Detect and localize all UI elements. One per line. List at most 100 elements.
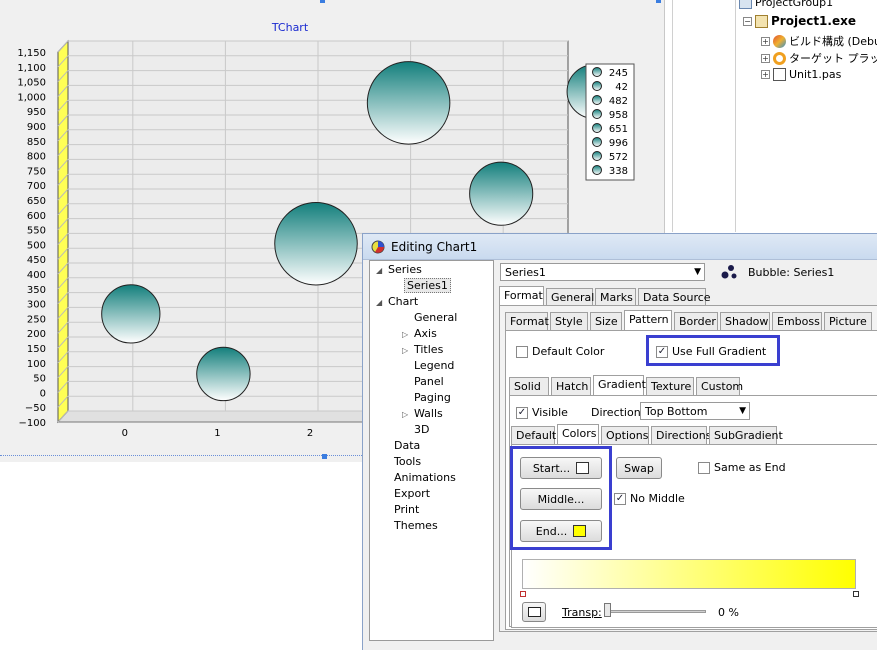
swap-button[interactable]: Swap	[616, 457, 662, 479]
tree-item-chart[interactable]: Chart	[388, 295, 418, 308]
visible-checkbox[interactable]: ✓ Visible	[516, 406, 568, 419]
collapsed-arrow-icon[interactable]: ▷	[402, 330, 408, 339]
expanded-arrow-icon[interactable]: ◢	[376, 298, 382, 307]
expand-icon[interactable]: +	[761, 70, 770, 79]
transparency-slider[interactable]	[604, 610, 706, 613]
legend-entry: 996	[609, 138, 628, 149]
tree-item-animations[interactable]: Animations	[394, 471, 456, 484]
tree-item-legend[interactable]: Legend	[414, 359, 454, 372]
project-group-node[interactable]: ProjectGroup1	[739, 0, 833, 9]
y-tick-label: 300	[27, 300, 46, 311]
tree-item-general[interactable]: General	[414, 311, 457, 324]
tab-picture[interactable]: Picture	[824, 312, 872, 330]
legend-bubble-icon	[592, 123, 602, 133]
legend-bubble-icon	[592, 95, 602, 105]
tab-format-sub[interactable]: Format	[505, 312, 549, 330]
tab-data-source[interactable]: Data Source	[638, 288, 711, 306]
tab-subgradient[interactable]: SubGradient	[709, 426, 783, 444]
tab-colors[interactable]: Colors	[557, 424, 599, 444]
gradient-end-marker[interactable]	[853, 591, 859, 597]
project-group-icon	[739, 0, 752, 9]
editing-chart-dialog[interactable]: Editing Chart1 ◢ Series Series1 ◢ Chart …	[362, 233, 877, 650]
tab-texture[interactable]: Texture	[646, 377, 694, 395]
tab-size[interactable]: Size	[590, 312, 622, 330]
y-tick-label: 550	[27, 226, 46, 237]
tab-style[interactable]: Style	[550, 312, 588, 330]
expanded-arrow-icon[interactable]: ◢	[376, 266, 382, 275]
y-tick-label: 150	[27, 344, 46, 355]
y-tick-label: 500	[27, 240, 46, 251]
tab-options[interactable]: Options	[601, 426, 649, 444]
series-combo[interactable]: Series1 ▼	[500, 263, 705, 281]
tree-item-series1[interactable]: Series1	[404, 278, 451, 293]
tree-item-export[interactable]: Export	[394, 487, 430, 500]
collapse-icon[interactable]: −	[743, 16, 752, 26]
tree-item-3d[interactable]: 3D	[414, 423, 429, 436]
tab-marks[interactable]: Marks	[595, 288, 636, 306]
series-combo-value: Series1	[505, 266, 546, 279]
selection-handle[interactable]	[322, 454, 327, 459]
tab-border[interactable]: Border	[674, 312, 718, 330]
gradient-start-marker[interactable]	[520, 591, 526, 597]
y-tick-label: 250	[27, 314, 46, 325]
tab-emboss[interactable]: Emboss	[772, 312, 822, 330]
direction-label: Direction:	[591, 406, 645, 419]
target-platform-icon	[773, 51, 786, 65]
tab-default[interactable]: Default	[511, 426, 556, 444]
tree-item-paging[interactable]: Paging	[414, 391, 451, 404]
transparency-slider-thumb[interactable]	[604, 603, 611, 617]
tree-item-axis[interactable]: Axis	[414, 327, 437, 340]
tree-item-titles[interactable]: Titles	[414, 343, 443, 356]
project-exe-node[interactable]: − Project1.exe	[743, 14, 856, 28]
project-exe-label: Project1.exe	[771, 14, 856, 28]
tab-hatch[interactable]: Hatch	[551, 377, 591, 395]
collapsed-arrow-icon[interactable]: ▷	[402, 346, 408, 355]
visible-label: Visible	[532, 406, 568, 419]
expand-icon[interactable]: +	[761, 53, 770, 63]
tab-pattern[interactable]: Pattern	[624, 310, 672, 330]
unit-file-node[interactable]: + Unit1.pas	[761, 68, 841, 81]
legend-entry: 482	[609, 96, 628, 107]
build-config-node[interactable]: + ビルド構成 (Debu	[761, 33, 877, 49]
tree-item-series[interactable]: Series	[388, 263, 422, 276]
direction-combo[interactable]: Top Bottom ▼	[640, 402, 750, 420]
editor-tree[interactable]: ◢ Series Series1 ◢ Chart General ▷ Axis …	[369, 260, 494, 641]
checkbox-unchecked[interactable]	[516, 345, 528, 358]
tab-format[interactable]: Format	[499, 286, 544, 306]
tree-item-tools[interactable]: Tools	[394, 455, 421, 468]
expand-icon[interactable]: +	[761, 36, 770, 46]
tab-shadow[interactable]: Shadow	[720, 312, 770, 330]
dialog-titlebar[interactable]: Editing Chart1	[363, 234, 877, 260]
default-color-checkbox[interactable]: Default Color	[516, 345, 604, 358]
tab-directions[interactable]: Directions	[651, 426, 711, 444]
tree-item-print[interactable]: Print	[394, 503, 419, 516]
build-config-label: ビルド構成 (Debu	[789, 35, 877, 48]
panel-splitter[interactable]	[735, 0, 736, 232]
gradient-preview-bar[interactable]	[522, 559, 856, 589]
tab-general[interactable]: General	[546, 288, 594, 306]
no-middle-checkbox[interactable]: ✓ No Middle	[614, 492, 685, 505]
exe-icon	[755, 14, 768, 28]
y-tick-label: 600	[27, 211, 46, 222]
same-as-end-checkbox[interactable]: Same as End	[698, 461, 786, 474]
gradient-color-swatch	[528, 607, 541, 617]
tab-custom[interactable]: Custom	[696, 377, 743, 395]
checkbox-unchecked[interactable]	[698, 461, 710, 474]
tree-item-walls[interactable]: Walls	[414, 407, 443, 420]
tree-item-data[interactable]: Data	[394, 439, 420, 452]
tree-item-panel[interactable]: Panel	[414, 375, 444, 388]
checkmark-icon[interactable]: ✓	[614, 492, 626, 505]
chart-left-wall	[57, 39, 69, 424]
highlight-box	[510, 446, 612, 550]
tree-item-themes[interactable]: Themes	[394, 519, 438, 532]
tab-solid[interactable]: Solid	[509, 377, 549, 395]
y-tick-label: 100	[27, 359, 46, 370]
tab-gradient[interactable]: Gradient	[593, 375, 646, 395]
checkmark-icon[interactable]: ✓	[516, 406, 528, 419]
bubble-point	[101, 284, 161, 344]
target-platform-node[interactable]: + ターゲット プラットフ	[761, 50, 877, 66]
gradient-color-button[interactable]	[522, 602, 546, 622]
x-tick-label: 2	[307, 428, 313, 439]
highlight-box	[646, 335, 780, 366]
collapsed-arrow-icon[interactable]: ▷	[402, 410, 408, 419]
